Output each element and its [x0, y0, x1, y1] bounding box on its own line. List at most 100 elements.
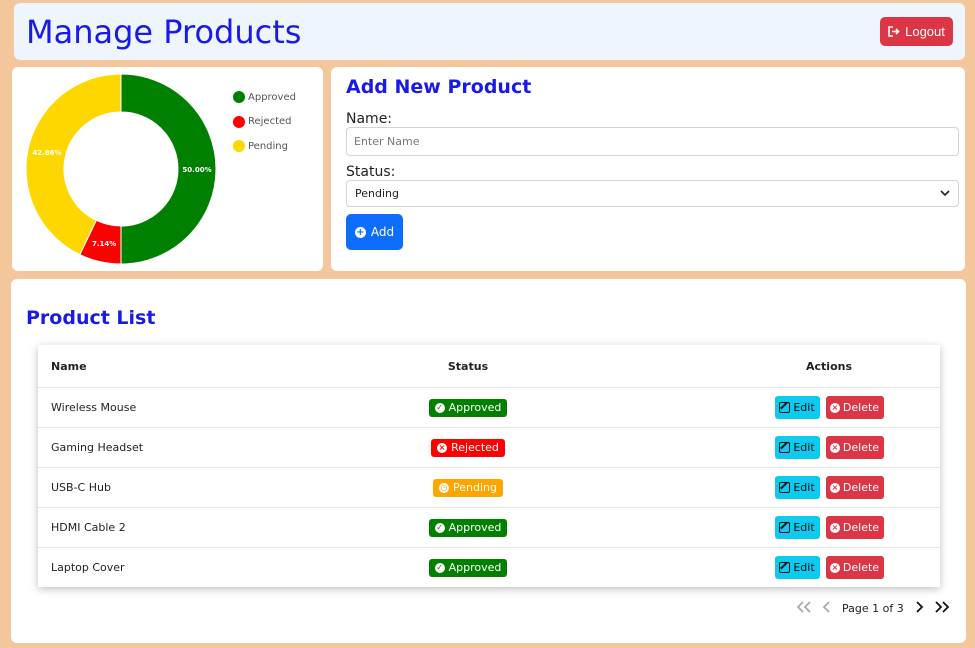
edit-icon: [779, 442, 791, 453]
legend-swatch: [233, 91, 245, 104]
column-header-actions: Actions: [806, 359, 852, 373]
actions-cell: Edit × Delete: [758, 508, 900, 547]
legend-item[interactable]: Pending: [233, 134, 296, 159]
name-input[interactable]: [346, 127, 959, 156]
table-row: HDMI Cable 2 ✓ Approved Edit × Delete: [38, 507, 940, 547]
logout-button[interactable]: Logout: [880, 17, 953, 46]
close-circle-icon: ×: [829, 402, 840, 413]
table-row: Gaming Headset × Rejected Edit × Delete: [38, 427, 940, 467]
product-list-heading: Product List: [26, 307, 156, 329]
edit-icon: [779, 402, 791, 413]
status-badge: ✓ Approved: [428, 398, 508, 417]
page-title: Manage Products: [26, 13, 302, 51]
add-product-card: Add New Product Name: Status: Pending + …: [331, 67, 965, 271]
edit-icon: [779, 562, 791, 573]
edit-button[interactable]: Edit: [774, 556, 820, 579]
column-header-status: Status: [447, 359, 489, 373]
slice-value-label: 7.14%: [92, 240, 116, 248]
product-name: Laptop Cover: [51, 561, 125, 574]
actions-cell: Edit × Delete: [758, 388, 900, 427]
status-cell: ◷ Pending: [397, 468, 539, 507]
product-name: Gaming Headset: [51, 441, 144, 454]
close-circle-icon: ×: [829, 522, 840, 533]
status-badge-label: Pending: [453, 481, 497, 494]
edit-icon: [779, 482, 791, 493]
status-badge-label: Rejected: [451, 441, 499, 454]
page-header: Manage Products Logout: [14, 3, 965, 60]
edit-label: Edit: [793, 441, 815, 454]
delete-button[interactable]: × Delete: [825, 436, 884, 459]
close-circle-icon: ×: [829, 562, 840, 573]
delete-button[interactable]: × Delete: [825, 516, 884, 539]
edit-button[interactable]: Edit: [774, 476, 820, 499]
legend-swatch: [233, 140, 245, 153]
status-select-value: Pending: [355, 187, 399, 200]
status-badge: × Rejected: [431, 438, 505, 457]
add-label: Add: [370, 225, 395, 239]
status-badge-label: Approved: [448, 401, 502, 414]
slice-value-label: 50.00%: [182, 166, 211, 174]
delete-button[interactable]: × Delete: [825, 476, 884, 499]
product-name: Wireless Mouse: [51, 401, 137, 414]
status-badge: ✓ Approved: [428, 518, 508, 537]
delete-label: Delete: [842, 521, 880, 534]
chevron-left-icon[interactable]: [822, 600, 832, 617]
status-badge: ◷ Pending: [433, 478, 503, 497]
legend-item[interactable]: Rejected: [233, 110, 296, 135]
product-name: HDMI Cable 2: [51, 521, 126, 534]
chart-legend: Approved Rejected Pending: [233, 85, 296, 159]
table-row: Laptop Cover ✓ Approved Edit × Delete: [38, 547, 940, 587]
delete-label: Delete: [842, 401, 880, 414]
logout-label: Logout: [905, 24, 945, 39]
delete-button[interactable]: × Delete: [825, 556, 884, 579]
status-badge-label: Approved: [448, 561, 502, 574]
status-chart-card: 50.00% 7.14% 42.86% Approved Rejected Pendin…: [12, 67, 323, 271]
table-header-row: Name Status Actions: [38, 345, 940, 387]
edit-label: Edit: [793, 561, 815, 574]
status-icon: ✓: [434, 402, 445, 413]
legend-swatch: [233, 115, 245, 128]
actions-cell: Edit × Delete: [758, 428, 900, 467]
chevron-right-icon[interactable]: [914, 600, 924, 617]
delete-label: Delete: [842, 481, 880, 494]
add-button[interactable]: + Add: [346, 214, 403, 250]
status-icon: ◷: [439, 482, 449, 493]
delete-label: Delete: [842, 441, 880, 454]
status-cell: ✓ Approved: [397, 548, 539, 587]
double-chevron-left-icon[interactable]: [796, 600, 812, 617]
close-circle-icon: ×: [829, 442, 840, 453]
edit-label: Edit: [793, 481, 815, 494]
logout-icon: [888, 26, 900, 37]
edit-button[interactable]: Edit: [774, 396, 820, 419]
legend-item[interactable]: Approved: [233, 85, 296, 110]
slice-value-label: 42.86%: [32, 149, 61, 157]
product-list-card: Product List Name Status Actions Wireles…: [11, 279, 966, 643]
status-icon: ×: [437, 442, 448, 453]
table-row: USB-C Hub ◷ Pending Edit × Delete: [38, 467, 940, 507]
add-product-heading: Add New Product: [346, 76, 532, 98]
actions-cell: Edit × Delete: [758, 468, 900, 507]
actions-cell: Edit × Delete: [758, 548, 900, 587]
legend-label: Pending: [248, 140, 288, 152]
product-table: Name Status Actions Wireless Mouse ✓ Appro…: [38, 345, 940, 587]
status-select[interactable]: Pending: [346, 180, 959, 207]
status-icon: ✓: [434, 522, 445, 533]
delete-button[interactable]: × Delete: [825, 396, 884, 419]
edit-button[interactable]: Edit: [774, 436, 820, 459]
edit-label: Edit: [793, 521, 815, 534]
plus-circle-icon: +: [354, 226, 366, 238]
legend-label: Approved: [248, 91, 296, 103]
double-chevron-right-icon[interactable]: [934, 600, 950, 617]
column-header-name: Name: [51, 359, 87, 373]
status-cell: ✓ Approved: [397, 508, 539, 547]
chevron-down-icon: [940, 190, 950, 197]
name-label: Name:: [346, 111, 393, 127]
status-label: Status:: [346, 164, 396, 180]
status-cell: × Rejected: [397, 428, 539, 467]
table-row: Wireless Mouse ✓ Approved Edit × Delete: [38, 387, 940, 427]
status-badge-label: Approved: [448, 521, 502, 534]
edit-icon: [779, 522, 791, 533]
edit-label: Edit: [793, 401, 815, 414]
edit-button[interactable]: Edit: [774, 516, 820, 539]
delete-label: Delete: [842, 561, 880, 574]
